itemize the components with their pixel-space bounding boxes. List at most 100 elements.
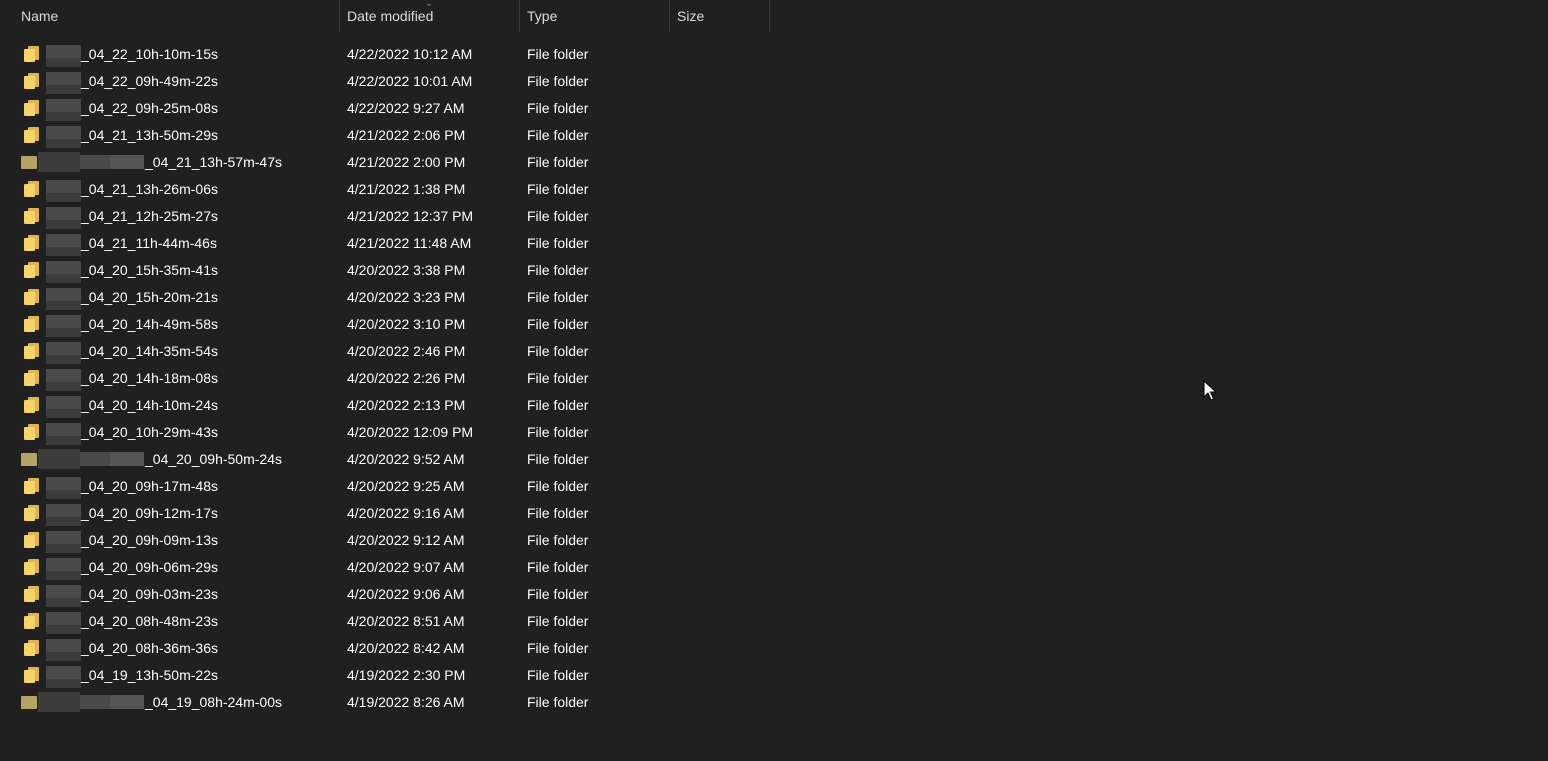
folder-icon <box>24 558 39 575</box>
redacted-text <box>46 571 81 580</box>
date-modified-cell: 4/22/2022 10:12 AM <box>347 46 473 62</box>
redacted-text <box>46 612 81 625</box>
file-row[interactable]: _04_20_15h-35m-41s 4/20/2022 3:38 PM File … <box>0 257 770 284</box>
column-header-size-label: Size <box>677 8 705 24</box>
file-row[interactable]: _04_21_13h-50m-29s 4/21/2022 2:06 PM File … <box>0 122 770 149</box>
file-name-cell: _04_20_09h-12m-17s <box>0 500 340 527</box>
file-row[interactable]: _04_20_14h-10m-24s 4/20/2022 2:13 PM File … <box>0 392 770 419</box>
file-row[interactable]: _04_20_09h-09m-13s 4/20/2022 9:12 AM File … <box>0 527 770 554</box>
file-row[interactable]: _04_20_14h-35m-54s 4/20/2022 2:46 PM File … <box>0 338 770 365</box>
date-modified-cell: 4/20/2022 8:42 AM <box>347 640 465 656</box>
file-name-cell: _04_19_13h-50m-22s <box>0 662 340 689</box>
redacted-text <box>46 409 81 418</box>
redacted-text <box>46 504 81 517</box>
redacted-text <box>46 477 81 490</box>
type-cell: File folder <box>527 73 589 89</box>
file-row[interactable]: _04_21_13h-57m-47s 4/21/2022 2:00 PM File … <box>0 149 770 176</box>
redacted-text <box>46 247 81 256</box>
redacted-text <box>80 452 110 466</box>
redacted-text <box>46 234 81 247</box>
file-name-label: _04_20_09h-06m-29s <box>81 559 218 575</box>
type-cell: File folder <box>527 127 589 143</box>
column-header-size[interactable]: Size <box>670 0 770 32</box>
date-modified-cell: 4/20/2022 8:51 AM <box>347 613 465 629</box>
file-row[interactable]: _04_20_10h-29m-43s 4/20/2022 12:09 PM File… <box>0 419 770 446</box>
folder-icon <box>24 369 39 386</box>
type-cell: File folder <box>527 397 589 413</box>
file-row[interactable]: _04_19_08h-24m-00s 4/19/2022 8:26 AM File … <box>0 689 770 716</box>
redacted-text <box>110 695 144 709</box>
file-row[interactable]: _04_20_14h-49m-58s 4/20/2022 3:10 PM File … <box>0 311 770 338</box>
file-row[interactable]: _04_22_09h-49m-22s 4/22/2022 10:01 AM File… <box>0 68 770 95</box>
folder-icon <box>24 99 39 116</box>
sort-indicator-icon: ⌄ <box>425 0 433 8</box>
file-row[interactable]: _04_21_11h-44m-46s 4/21/2022 11:48 AM File… <box>0 230 770 257</box>
file-row[interactable]: _04_20_08h-48m-23s 4/20/2022 8:51 AM File … <box>0 608 770 635</box>
folder-icon <box>21 693 37 710</box>
redacted-text <box>46 342 81 355</box>
file-row[interactable]: _04_19_13h-50m-22s 4/19/2022 2:30 PM File … <box>0 662 770 689</box>
redacted-text <box>46 207 81 220</box>
date-modified-cell: 4/22/2022 9:27 AM <box>347 100 465 116</box>
file-row[interactable]: _04_20_09h-06m-29s 4/20/2022 9:07 AM File … <box>0 554 770 581</box>
folder-icon <box>24 72 39 89</box>
redacted-text <box>80 155 110 169</box>
file-row[interactable]: _04_22_10h-10m-15s 4/22/2022 10:12 AM File… <box>0 41 770 68</box>
file-name-label: _04_21_12h-25m-27s <box>81 208 218 224</box>
type-cell: File folder <box>527 208 589 224</box>
file-name-cell: _04_20_14h-18m-08s <box>0 365 340 392</box>
file-name-label: _04_22_10h-10m-15s <box>81 46 218 62</box>
type-cell: File folder <box>527 586 589 602</box>
folder-icon <box>24 207 39 224</box>
type-cell: File folder <box>527 289 589 305</box>
file-row[interactable]: _04_20_15h-20m-21s 4/20/2022 3:23 PM File … <box>0 284 770 311</box>
folder-icon <box>24 396 39 413</box>
file-name-label: _04_22_09h-25m-08s <box>81 100 218 116</box>
type-cell: File folder <box>527 262 589 278</box>
type-cell: File folder <box>527 478 589 494</box>
file-row[interactable]: _04_20_09h-50m-24s 4/20/2022 9:52 AM File … <box>0 446 770 473</box>
file-name-label: _04_20_09h-09m-13s <box>81 532 218 548</box>
redacted-text <box>46 531 81 544</box>
file-name-label: _04_20_15h-20m-21s <box>81 289 218 305</box>
file-row[interactable]: _04_21_13h-26m-06s 4/21/2022 1:38 PM File … <box>0 176 770 203</box>
redacted-text <box>46 558 81 571</box>
file-row[interactable]: _04_20_09h-03m-23s 4/20/2022 9:06 AM File … <box>0 581 770 608</box>
file-row[interactable]: _04_22_09h-25m-08s 4/22/2022 9:27 AM File … <box>0 95 770 122</box>
type-cell: File folder <box>527 343 589 359</box>
date-modified-cell: 4/20/2022 3:38 PM <box>347 262 466 278</box>
column-header-date-modified[interactable]: ⌄ Date modified <box>340 0 520 32</box>
file-row[interactable]: _04_20_14h-18m-08s 4/20/2022 2:26 PM File … <box>0 365 770 392</box>
type-cell: File folder <box>527 667 589 683</box>
file-name-label: _04_20_09h-12m-17s <box>81 505 218 521</box>
date-modified-cell: 4/20/2022 9:16 AM <box>347 505 465 521</box>
date-modified-cell: 4/20/2022 9:07 AM <box>347 559 465 575</box>
column-header-name[interactable]: Name <box>0 0 340 32</box>
folder-icon <box>24 585 39 602</box>
date-modified-cell: 4/21/2022 1:38 PM <box>347 181 466 197</box>
folder-icon <box>24 477 39 494</box>
folder-icon <box>24 45 39 62</box>
type-cell: File folder <box>527 100 589 116</box>
column-header-type[interactable]: Type <box>520 0 670 32</box>
file-row[interactable]: _04_20_09h-12m-17s 4/20/2022 9:16 AM File … <box>0 500 770 527</box>
file-name-cell: _04_22_09h-49m-22s <box>0 68 340 95</box>
file-row[interactable]: _04_20_09h-17m-48s 4/20/2022 9:25 AM File … <box>0 473 770 500</box>
date-modified-cell: 4/22/2022 10:01 AM <box>347 73 473 89</box>
redacted-text <box>110 155 144 169</box>
file-name-cell: _04_20_15h-35m-41s <box>0 257 340 284</box>
redacted-text <box>38 152 80 172</box>
folder-icon <box>24 180 39 197</box>
file-name-cell: _04_20_14h-49m-58s <box>0 311 340 338</box>
type-cell: File folder <box>527 235 589 251</box>
redacted-text <box>46 382 81 391</box>
type-cell: File folder <box>527 559 589 575</box>
redacted-text <box>46 315 81 328</box>
redacted-text <box>46 423 81 436</box>
file-row[interactable]: _04_20_08h-36m-36s 4/20/2022 8:42 AM File … <box>0 635 770 662</box>
redacted-text <box>110 452 144 466</box>
redacted-text <box>46 72 81 85</box>
file-row[interactable]: _04_21_12h-25m-27s 4/21/2022 12:37 PM File… <box>0 203 770 230</box>
redacted-text <box>46 288 81 301</box>
date-modified-cell: 4/20/2022 3:10 PM <box>347 316 466 332</box>
